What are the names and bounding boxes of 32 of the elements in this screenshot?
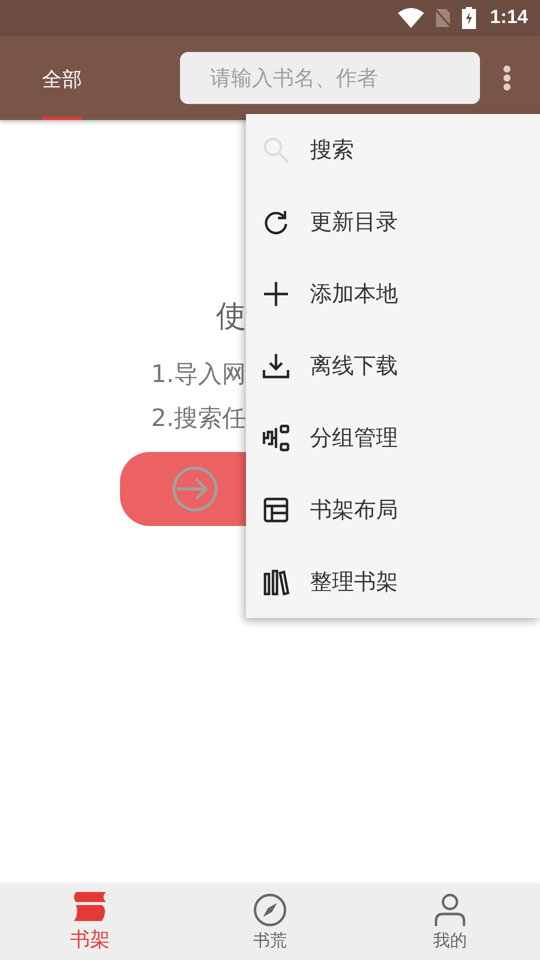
tab[interactable]: 全部 <box>42 42 82 120</box>
menu-item[interactable]: 离线下载 <box>246 330 540 402</box>
empty-title: 使 <box>216 298 246 336</box>
menu-item[interactable]: 添加本地 <box>246 258 540 330</box>
menu-item[interactable]: 整理书架 <box>246 546 540 618</box>
nav-item[interactable]: 书荒 <box>180 884 360 960</box>
menu-item[interactable]: 搜索 <box>246 114 540 186</box>
more-icon[interactable] <box>503 65 511 91</box>
hint-text: 2.搜索任 <box>151 403 246 434</box>
status-time: 1:14 <box>490 7 528 29</box>
menu-item[interactable]: 更新目录 <box>246 186 540 258</box>
books-icon <box>262 568 290 596</box>
menu-item[interactable]: 分组管理 <box>246 402 540 474</box>
battery-icon <box>462 7 476 29</box>
compass-icon <box>253 892 287 926</box>
plus-icon <box>262 280 290 308</box>
menu-item[interactable]: 书架布局 <box>246 474 540 546</box>
download-icon <box>262 352 290 380</box>
wifi-icon <box>398 8 424 28</box>
arrow-circle-icon <box>171 465 219 513</box>
search-field[interactable]: 请输入书名、作者 <box>180 52 480 104</box>
nav-item[interactable]: 我的 <box>360 884 540 960</box>
books-icon <box>72 892 108 924</box>
person-icon <box>433 892 467 926</box>
refresh-icon <box>262 208 290 236</box>
layout-icon <box>262 496 290 524</box>
import-button[interactable] <box>120 452 246 526</box>
hint-text: 1.导入网 <box>151 359 246 390</box>
no-sim-icon <box>434 8 452 28</box>
nav-item[interactable]: 书架 <box>0 884 180 960</box>
search-icon <box>262 136 290 164</box>
group-icon <box>262 424 290 452</box>
